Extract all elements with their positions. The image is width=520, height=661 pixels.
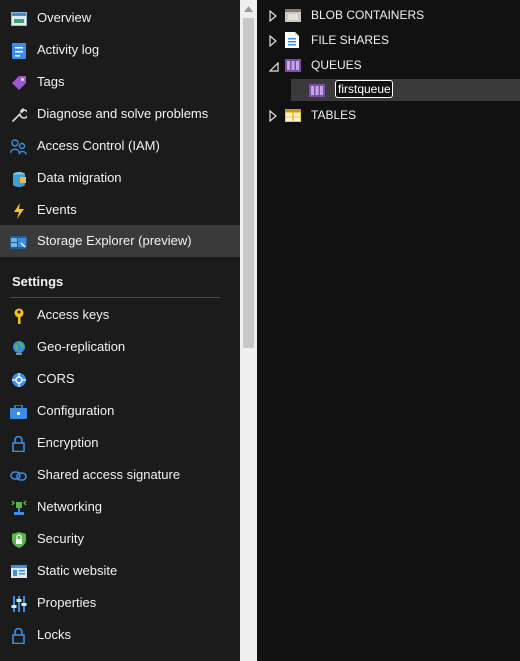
sidebar-item-shared-access-signature[interactable]: Shared access signature	[0, 459, 240, 491]
settings-divider	[10, 297, 220, 298]
collapsed-arrow-icon[interactable]	[269, 34, 279, 48]
networking-icon	[10, 499, 27, 516]
sidebar-item-label: Encryption	[37, 435, 99, 450]
key-icon	[10, 307, 27, 324]
storage-explorer-tree: BLOB CONTAINERS FILE SHARES QUEUES T	[257, 0, 520, 661]
tree-node-file-shares[interactable]: FILE SHARES	[257, 29, 520, 51]
sidebar-item-access-keys[interactable]: Access keys	[0, 299, 240, 331]
sidebar-item-label: Diagnose and solve problems	[37, 106, 209, 121]
sidebar-item-storage-explorer[interactable]: Storage Explorer (preview)	[0, 225, 240, 257]
data-migration-icon	[10, 170, 27, 187]
sidebar-item-label: Properties	[37, 595, 97, 610]
expanded-arrow-icon[interactable]	[268, 59, 279, 72]
sidebar-item-label: Static website	[37, 563, 118, 578]
sidebar-item-label: Tags	[37, 74, 65, 89]
sidebar-item-data-migration[interactable]: Data migration	[0, 162, 240, 194]
properties-icon	[10, 595, 27, 612]
sidebar-item-label: Shared access signature	[37, 467, 181, 482]
sidebar-scrollbar[interactable]	[240, 0, 257, 661]
sidebar-item-security[interactable]: Security	[0, 523, 240, 555]
blob-containers-icon	[285, 7, 301, 23]
sidebar-item-configuration[interactable]: Configuration	[0, 395, 240, 427]
link-icon	[10, 467, 27, 484]
collapsed-arrow-icon[interactable]	[269, 109, 279, 123]
sidebar-item-diagnose[interactable]: Diagnose and solve problems	[0, 98, 240, 130]
sidebar-item-overview[interactable]: Overview	[0, 2, 240, 34]
sidebar-item-cors[interactable]: CORS	[0, 363, 240, 395]
sidebar-item-label: Configuration	[37, 403, 115, 418]
globe-icon	[10, 339, 27, 356]
sidebar-item-iam[interactable]: Access Control (IAM)	[0, 130, 240, 162]
sidebar-item-networking[interactable]: Networking	[0, 491, 240, 523]
sidebar-item-properties[interactable]: Properties	[0, 587, 240, 619]
tag-icon	[10, 74, 27, 91]
sidebar-item-geo-replication[interactable]: Geo-replication	[0, 331, 240, 363]
tree-node-tables[interactable]: TABLES	[257, 104, 520, 126]
sidebar-item-tags[interactable]: Tags	[0, 66, 240, 98]
sidebar-item-locks[interactable]: Locks	[0, 619, 240, 651]
queue-item-firstqueue[interactable]	[291, 79, 520, 101]
shield-icon	[10, 531, 27, 548]
configuration-icon	[10, 403, 27, 420]
activity-log-icon	[10, 42, 27, 59]
sidebar-item-label: Events	[37, 202, 77, 217]
scrollbar-thumb[interactable]	[243, 18, 254, 348]
collapsed-arrow-icon[interactable]	[269, 9, 279, 23]
tree-node-label: FILE SHARES	[311, 33, 390, 47]
tree-node-label: QUEUES	[311, 58, 362, 72]
sidebar-item-label: Geo-replication	[37, 339, 126, 354]
tables-icon	[285, 107, 301, 123]
lightning-icon	[10, 202, 27, 219]
queues-icon	[285, 57, 301, 73]
sidebar-item-label: Activity log	[37, 42, 100, 57]
static-website-icon	[10, 563, 27, 580]
settings-section-title: Settings	[12, 274, 64, 289]
tree-node-label: TABLES	[311, 108, 357, 122]
sidebar-item-label: Data migration	[37, 170, 122, 185]
queue-rename-input[interactable]	[335, 80, 393, 98]
lock-icon	[10, 627, 27, 644]
sidebar-item-label: Locks	[37, 627, 71, 642]
storage-explorer-icon	[10, 233, 27, 250]
wrench-icon	[10, 106, 27, 123]
sidebar-item-label: Overview	[37, 10, 92, 25]
sidebar-item-label: CORS	[37, 371, 75, 386]
sidebar-item-label: Storage Explorer (preview)	[37, 233, 192, 248]
tree-node-blob-containers[interactable]: BLOB CONTAINERS	[257, 4, 520, 26]
queue-icon	[309, 82, 325, 98]
sidebar-item-label: Security	[37, 531, 84, 546]
sidebar-item-events[interactable]: Events	[0, 194, 240, 226]
people-icon	[10, 138, 27, 155]
file-shares-icon	[285, 32, 301, 48]
sidebar-item-encryption[interactable]: Encryption	[0, 427, 240, 459]
scroll-up-icon[interactable]	[240, 2, 257, 16]
tree-node-queues[interactable]: QUEUES	[257, 54, 520, 76]
lock-icon	[10, 435, 27, 452]
cors-icon	[10, 371, 27, 388]
sidebar-item-activity-log[interactable]: Activity log	[0, 34, 240, 66]
sidebar-item-label: Networking	[37, 499, 103, 514]
overview-icon	[10, 10, 27, 27]
sidebar-item-label: Access Control (IAM)	[37, 138, 160, 153]
tree-node-label: BLOB CONTAINERS	[311, 8, 425, 22]
sidebar-item-label: Access keys	[37, 307, 110, 322]
sidebar: Overview Activity log Tags Diagnose and …	[0, 0, 240, 661]
sidebar-item-static-website[interactable]: Static website	[0, 555, 240, 587]
